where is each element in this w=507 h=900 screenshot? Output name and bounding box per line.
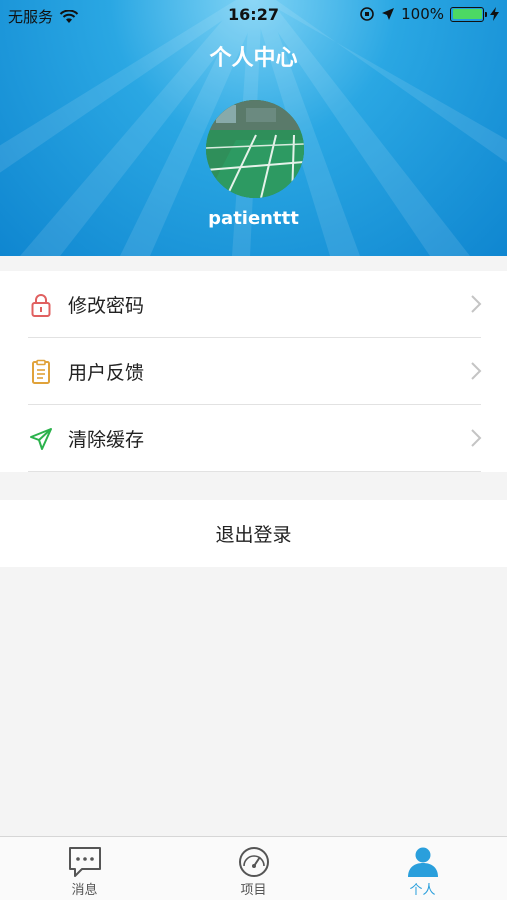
location-arrow-icon [382,8,395,20]
tab-projects[interactable]: 项目 [169,837,338,900]
menu-item-clear-cache[interactable]: 清除缓存 [0,405,507,472]
tab-messages[interactable]: 消息 [0,837,169,900]
tab-label: 个人 [409,883,436,898]
tab-label: 消息 [71,883,98,898]
avatar-image [206,100,304,198]
logout-label: 退出登录 [215,524,292,546]
tab-label: 项目 [240,883,267,898]
tab-personal[interactable]: 个人 [338,837,507,900]
paper-plane-icon [30,428,52,450]
menu-item-label: 清除缓存 [68,429,145,451]
menu-item-label: 修改密码 [68,295,145,317]
chevron-right-icon [471,295,482,313]
charging-bolt-icon [490,7,499,21]
menu-item-label: 用户反馈 [68,362,145,384]
username: patienttt [208,208,299,229]
chevron-right-icon [471,362,482,380]
divider [28,471,481,472]
chevron-right-icon [471,429,482,447]
profile-header: 无服务 16:27 100% 个人中心 patienttt [0,0,507,256]
battery-percent: 100% [401,5,444,23]
menu-item-user-feedback[interactable]: 用户反馈 [0,338,507,405]
avatar[interactable] [206,100,304,198]
person-icon [408,847,438,877]
chat-bubble-icon [69,847,101,877]
tab-bar: 消息 项目 个人 [0,836,507,900]
orientation-lock-icon [360,7,374,21]
settings-menu: 修改密码 用户反馈 清除缓存 [0,271,507,472]
gauge-icon [239,847,269,877]
menu-item-change-password[interactable]: 修改密码 [0,271,507,338]
logout-button[interactable]: 退出登录 [0,500,507,567]
page-title: 个人中心 [209,46,298,71]
document-icon [32,359,50,384]
battery-icon [450,6,487,22]
lock-icon [31,294,51,317]
status-bar: 无服务 16:27 100% [0,0,507,30]
